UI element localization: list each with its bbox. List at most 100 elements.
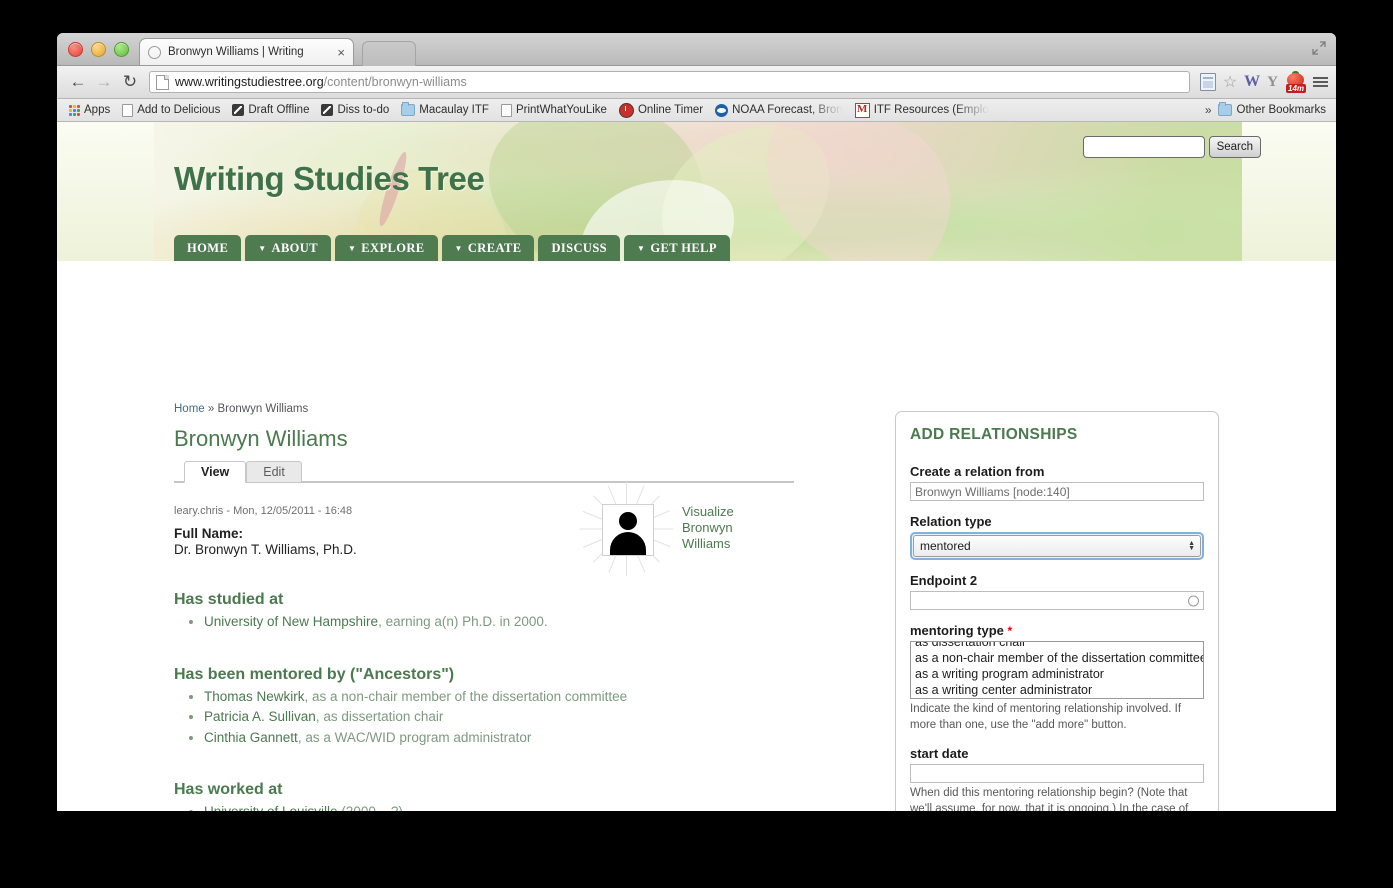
nav-item-create[interactable]: ▼ CREATE bbox=[441, 235, 535, 261]
required-marker: * bbox=[1007, 624, 1013, 638]
address-bar[interactable]: www.writingstudiestree.org/content/bronw… bbox=[149, 71, 1190, 93]
chevron-down-icon: ▼ bbox=[637, 243, 646, 253]
site-title[interactable]: Writing Studies Tree bbox=[174, 160, 485, 198]
tabs-right-spacer bbox=[301, 460, 794, 482]
bookmarks-overflow-button[interactable]: » bbox=[1199, 103, 1218, 117]
back-button[interactable]: ← bbox=[65, 72, 91, 92]
bookmarks-bar: Apps Add to Delicious Draft Offline Diss… bbox=[57, 99, 1336, 122]
field-mentoring-type: mentoring type * as dissertation chair a… bbox=[910, 623, 1204, 733]
bookmark-printwhatyoulike[interactable]: PrintWhatYouLike bbox=[495, 103, 613, 117]
mentoring-type-listbox[interactable]: as dissertation chair as a non-chair mem… bbox=[910, 641, 1204, 699]
y-extension-icon[interactable]: Y bbox=[1267, 74, 1278, 91]
relation-type-select[interactable]: mentored ▲ ▼ bbox=[913, 535, 1201, 557]
page-info-icon[interactable] bbox=[156, 74, 169, 90]
wikipedia-extension-icon[interactable]: W bbox=[1244, 73, 1260, 91]
zoom-window-button[interactable] bbox=[114, 42, 129, 57]
relation-type-focus-ring: mentored ▲ ▼ bbox=[910, 532, 1204, 560]
section-worked-at: Has worked at University of Louisville (… bbox=[174, 781, 794, 811]
reload-button[interactable]: ↻ bbox=[117, 72, 143, 92]
page-title: Bronwyn Williams bbox=[174, 426, 348, 451]
minimize-window-button[interactable] bbox=[91, 42, 106, 57]
bookmark-label: ITF Resources (Emplo bbox=[873, 104, 989, 116]
start-date-input[interactable] bbox=[910, 764, 1204, 783]
tab-edit[interactable]: Edit bbox=[246, 461, 302, 483]
pencil-icon bbox=[321, 104, 334, 116]
bookmark-itf-resources[interactable]: M ITF Resources (Emplo bbox=[849, 102, 995, 118]
m-icon: M bbox=[854, 102, 870, 118]
listbox-option[interactable]: as a writing center administrator bbox=[911, 682, 1203, 698]
field-endpoint-2: Endpoint 2 bbox=[910, 573, 1204, 610]
entity-link[interactable]: Patricia A. Sullivan bbox=[204, 709, 316, 724]
other-bookmarks-folder[interactable]: Other Bookmarks bbox=[1217, 102, 1330, 116]
listbox-option[interactable]: as a WAC/WID program administrator bbox=[911, 698, 1203, 699]
bookmark-macaulay-itf[interactable]: Macaulay ITF bbox=[395, 102, 495, 116]
bookmark-label: Apps bbox=[84, 104, 111, 116]
fullscreen-icon[interactable] bbox=[1312, 41, 1326, 55]
main-column: Bronwyn Williams View Edit leary.chris -… bbox=[174, 426, 794, 811]
listbox-option[interactable]: as a writing program administrator bbox=[911, 666, 1203, 682]
browser-tab[interactable]: Bronwyn Williams | Writing × bbox=[139, 38, 354, 65]
entity-link[interactable]: University of Louisville bbox=[204, 804, 338, 811]
section-list: Thomas Newkirk, as a non-chair member of… bbox=[174, 687, 794, 748]
tomato-timer-icon[interactable]: 14m bbox=[1285, 70, 1307, 93]
avatar-head-shape bbox=[619, 512, 637, 530]
listbox-option[interactable]: as a non-chair member of the dissertatio… bbox=[911, 650, 1203, 666]
field-label: Relation type bbox=[910, 514, 992, 529]
endpoint-2-autocomplete bbox=[910, 591, 1204, 610]
forward-button[interactable]: → bbox=[91, 72, 117, 92]
section-list: University of New Hampshire, earning a(n… bbox=[174, 612, 794, 632]
list-item-rest: , as a WAC/WID program administrator bbox=[297, 729, 532, 745]
section-heading: Has studied at bbox=[174, 591, 284, 608]
nav-item-discuss[interactable]: DISCUSS bbox=[538, 235, 621, 261]
bookmark-star-icon[interactable]: ☆ bbox=[1223, 72, 1237, 92]
listbox-option[interactable]: as dissertation chair bbox=[911, 642, 1203, 650]
bookmark-add-to-delicious[interactable]: Add to Delicious bbox=[116, 103, 226, 117]
tab-close-icon[interactable]: × bbox=[337, 45, 345, 60]
close-window-button[interactable] bbox=[68, 42, 83, 57]
browser-tabstrip: Bronwyn Williams | Writing × bbox=[57, 33, 1336, 66]
nav-label: EXPLORE bbox=[361, 241, 425, 255]
reader-icon[interactable] bbox=[1199, 73, 1216, 91]
mentoring-type-description: Indicate the kind of mentoring relations… bbox=[910, 703, 1182, 731]
chrome-menu-icon[interactable] bbox=[1313, 77, 1328, 87]
bookmark-diss-todo[interactable]: Diss to-do bbox=[315, 104, 395, 116]
tab-view[interactable]: View bbox=[184, 461, 247, 483]
nav-item-home[interactable]: HOME bbox=[174, 235, 242, 261]
field-relation-from: Create a relation from bbox=[910, 464, 1204, 501]
search-input[interactable] bbox=[1082, 136, 1205, 158]
folder-icon bbox=[1217, 102, 1232, 116]
bookmark-label: Diss to-do bbox=[337, 104, 390, 116]
section-heading: Has been mentored by ("Ancestors") bbox=[174, 665, 455, 683]
relation-from-input[interactable] bbox=[910, 482, 1204, 501]
url-domain: www.writingstudiestree.org bbox=[175, 75, 324, 89]
nav-item-get-help[interactable]: ▼ GET HELP bbox=[624, 235, 730, 261]
pencil-icon bbox=[232, 104, 245, 116]
mentoring-type-label: mentoring type bbox=[910, 623, 1004, 638]
chevron-down-icon: ▼ bbox=[454, 243, 463, 253]
avatar-rays bbox=[579, 482, 674, 576]
folder-icon bbox=[401, 102, 416, 116]
section-list: University of Louisville (2000 – ?) bbox=[174, 802, 794, 811]
entity-link[interactable]: University of New Hampshire bbox=[204, 614, 378, 629]
bookmark-draft-offline[interactable]: Draft Offline bbox=[226, 104, 315, 116]
window-controls bbox=[68, 42, 129, 57]
bookmark-apps[interactable]: Apps bbox=[63, 104, 116, 116]
tabs-left-spacer bbox=[174, 460, 184, 482]
visualize-link[interactable]: Visualize Bronwyn Williams bbox=[682, 488, 758, 552]
search-button[interactable]: Search bbox=[1208, 136, 1261, 158]
bookmark-online-timer[interactable]: Online Timer bbox=[613, 102, 709, 118]
field-label: Create a relation from bbox=[910, 464, 1045, 479]
entity-link[interactable]: Thomas Newkirk bbox=[204, 689, 305, 704]
add-relationships-panel: ADD RELATIONSHIPS Create a relation from… bbox=[895, 411, 1219, 811]
visualize-block[interactable]: Visualize Bronwyn Williams bbox=[579, 482, 758, 576]
nav-item-explore[interactable]: ▼ EXPLORE bbox=[334, 235, 438, 261]
bookmark-noaa-forecast[interactable]: NOAA Forecast, Bron bbox=[709, 103, 849, 117]
site-search: Search bbox=[1082, 136, 1261, 158]
endpoint-2-input[interactable] bbox=[910, 591, 1204, 610]
new-tab-button[interactable] bbox=[362, 41, 416, 66]
entity-link[interactable]: Cinthia Gannett bbox=[204, 730, 298, 745]
breadcrumb-home-link[interactable]: Home bbox=[174, 403, 205, 415]
stepper-arrows-icon: ▲ ▼ bbox=[1188, 540, 1195, 552]
nav-item-about[interactable]: ▼ ABOUT bbox=[245, 235, 331, 261]
list-item: Thomas Newkirk, as a non-chair member of… bbox=[204, 687, 794, 707]
